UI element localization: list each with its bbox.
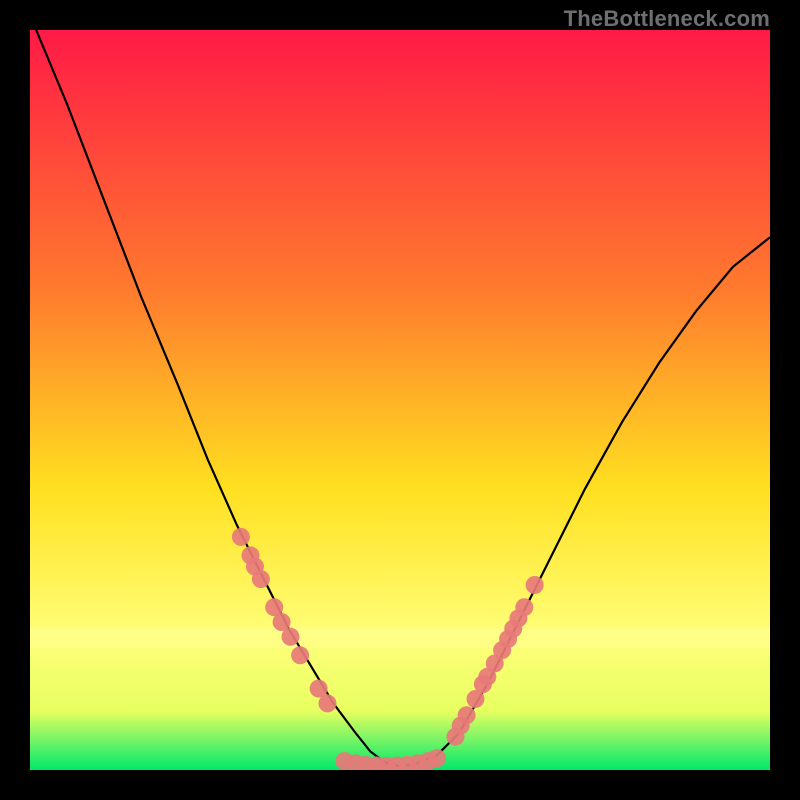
data-point — [318, 694, 336, 712]
plot-area — [30, 30, 770, 770]
chart-frame: TheBottleneck.com — [0, 0, 800, 800]
data-point — [232, 528, 250, 546]
data-point — [458, 706, 476, 724]
gradient-background — [30, 30, 770, 770]
highlight-band — [30, 628, 770, 648]
data-point — [252, 570, 270, 588]
data-point — [428, 749, 446, 767]
chart-svg — [30, 30, 770, 770]
data-point — [515, 598, 533, 616]
data-point — [291, 646, 309, 664]
watermark-text: TheBottleneck.com — [564, 6, 770, 32]
data-point — [281, 628, 299, 646]
data-point — [526, 576, 544, 594]
